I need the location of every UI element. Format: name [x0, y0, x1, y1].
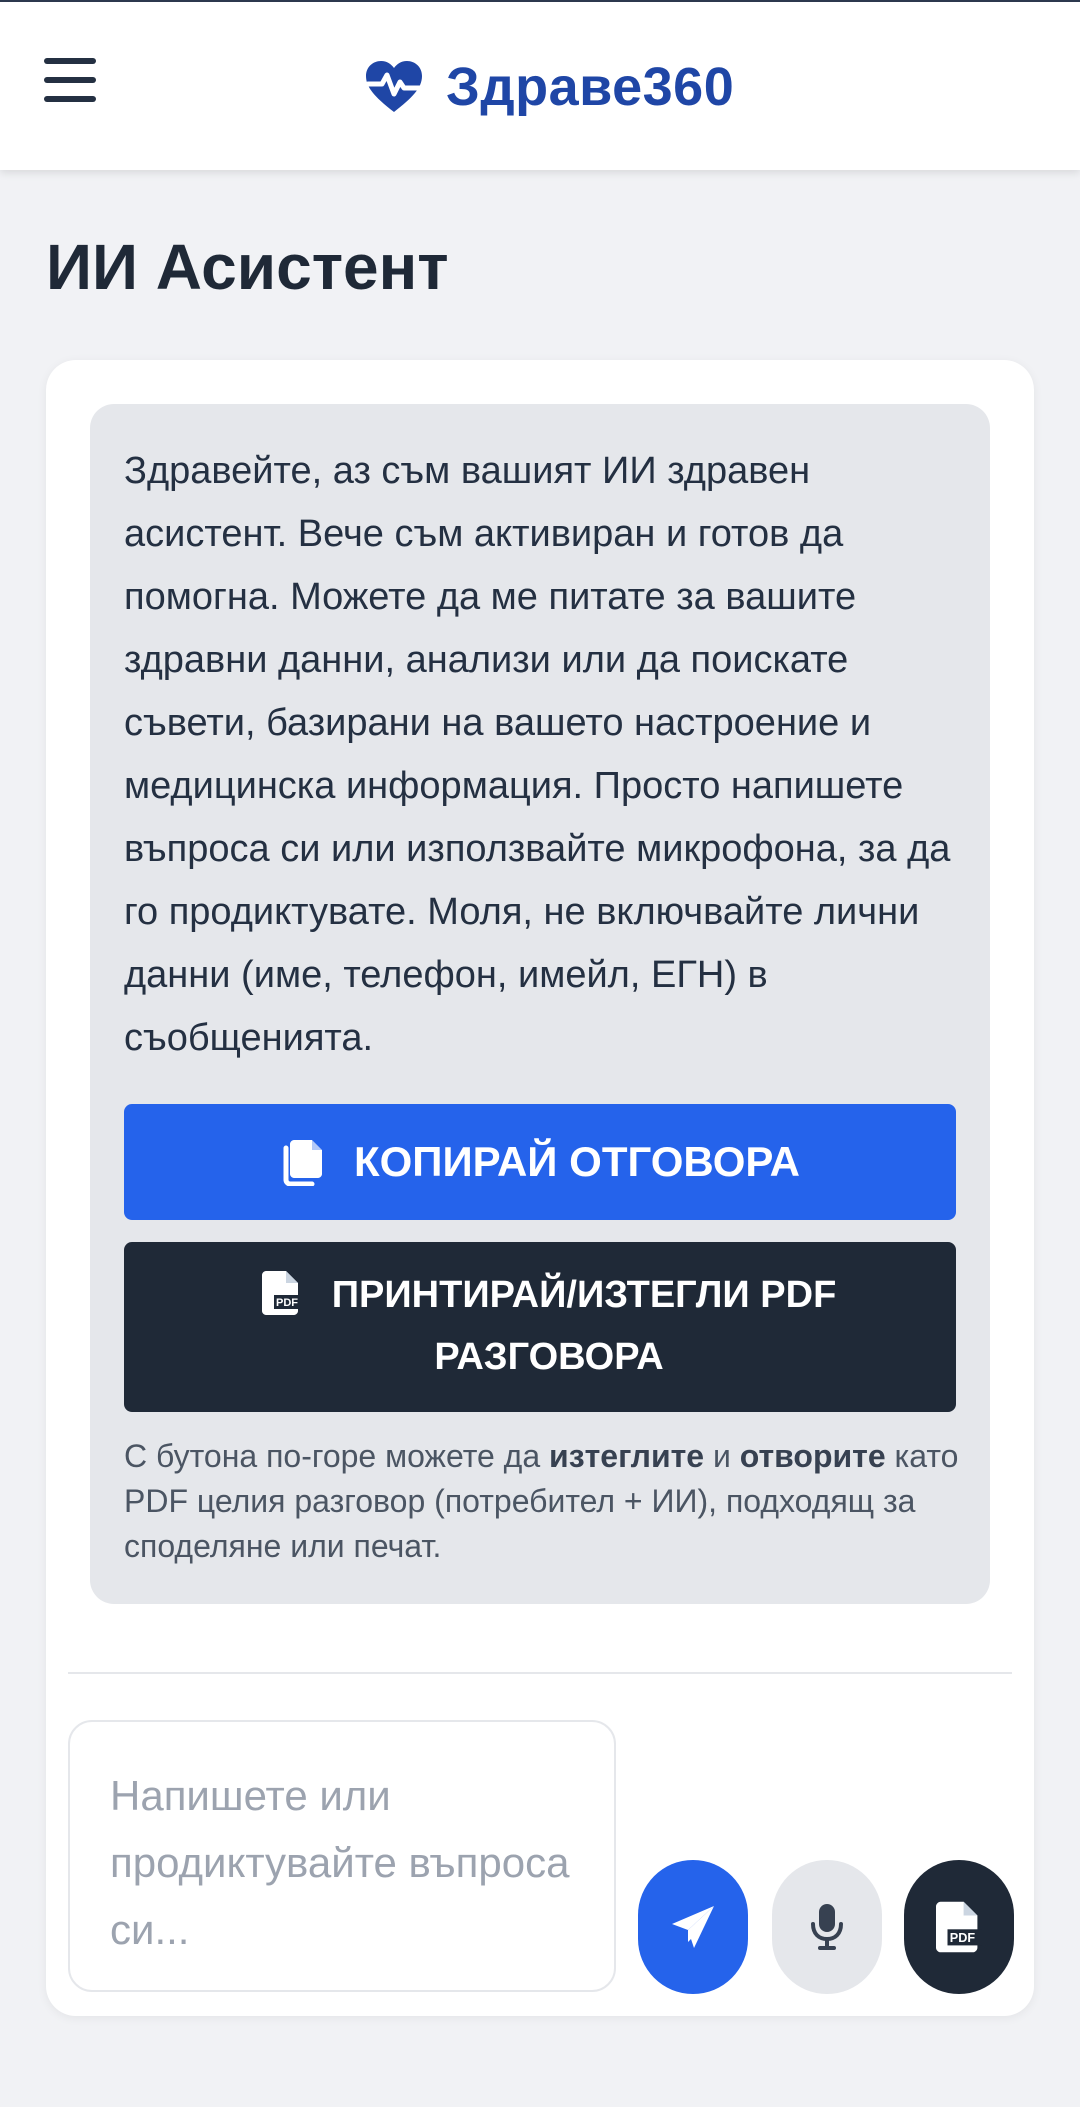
question-input-box[interactable] — [68, 1720, 616, 1992]
copy-icon — [283, 1140, 322, 1186]
microphone-button[interactable] — [772, 1860, 882, 1994]
menu-icon[interactable] — [44, 58, 96, 104]
file-pdf-icon: PDF — [936, 1901, 982, 1953]
heart-pulse-icon — [365, 61, 423, 112]
assistant-message-text: Здравейте, аз съм вашият ИИ здравен асис… — [124, 450, 951, 1059]
note-bold: отворите — [739, 1438, 886, 1474]
download-pdf-button[interactable]: PDF — [904, 1860, 1014, 1994]
menu-icon-bar — [44, 58, 96, 64]
assistant-message-bubble: Здравейте, аз съм вашият ИИ здравен асис… — [90, 404, 990, 1604]
page-title: ИИ Асистент — [46, 231, 449, 303]
brand-name: Здраве360 — [446, 57, 735, 117]
question-input[interactable] — [110, 1762, 590, 1972]
svg-text:PDF: PDF — [276, 1297, 298, 1309]
brand-logo[interactable]: Здраве360 — [364, 52, 734, 122]
app-header: Здраве360 — [0, 2, 1080, 170]
print-pdf-button[interactable]: PDF ПРИНТИРАЙ/ИЗТЕГЛИ PDF РАЗГОВОРА — [124, 1242, 956, 1412]
note-text: С бутона по-горе можете да — [124, 1438, 550, 1474]
svg-text:PDF: PDF — [950, 1931, 976, 1945]
menu-icon-bar — [44, 77, 96, 83]
menu-icon-bar — [44, 96, 96, 102]
print-pdf-content: PDF ПРИНТИРАЙ/ИЗТЕГЛИ PDF РАЗГОВОРА — [204, 1264, 894, 1388]
print-pdf-label: ПРИНТИРАЙ/ИЗТЕГЛИ PDF РАЗГОВОРА — [331, 1274, 837, 1378]
pdf-help-note: С бутона по-горе можете да изтеглите и о… — [124, 1434, 960, 1569]
divider — [68, 1672, 1012, 1674]
copy-answer-label: КОПИРАЙ ОТГОВОРА — [353, 1138, 801, 1185]
microphone-icon — [811, 1904, 843, 1950]
chat-card: Здравейте, аз съм вашият ИИ здравен асис… — [46, 360, 1034, 2016]
note-text: и — [704, 1438, 740, 1474]
note-bold: изтеглите — [549, 1438, 705, 1474]
file-pdf-icon: PDF — [261, 1271, 302, 1315]
paper-plane-icon — [672, 1906, 714, 1948]
copy-answer-button[interactable]: КОПИРАЙ ОТГОВОРА — [124, 1104, 956, 1220]
send-button[interactable] — [638, 1860, 748, 1994]
